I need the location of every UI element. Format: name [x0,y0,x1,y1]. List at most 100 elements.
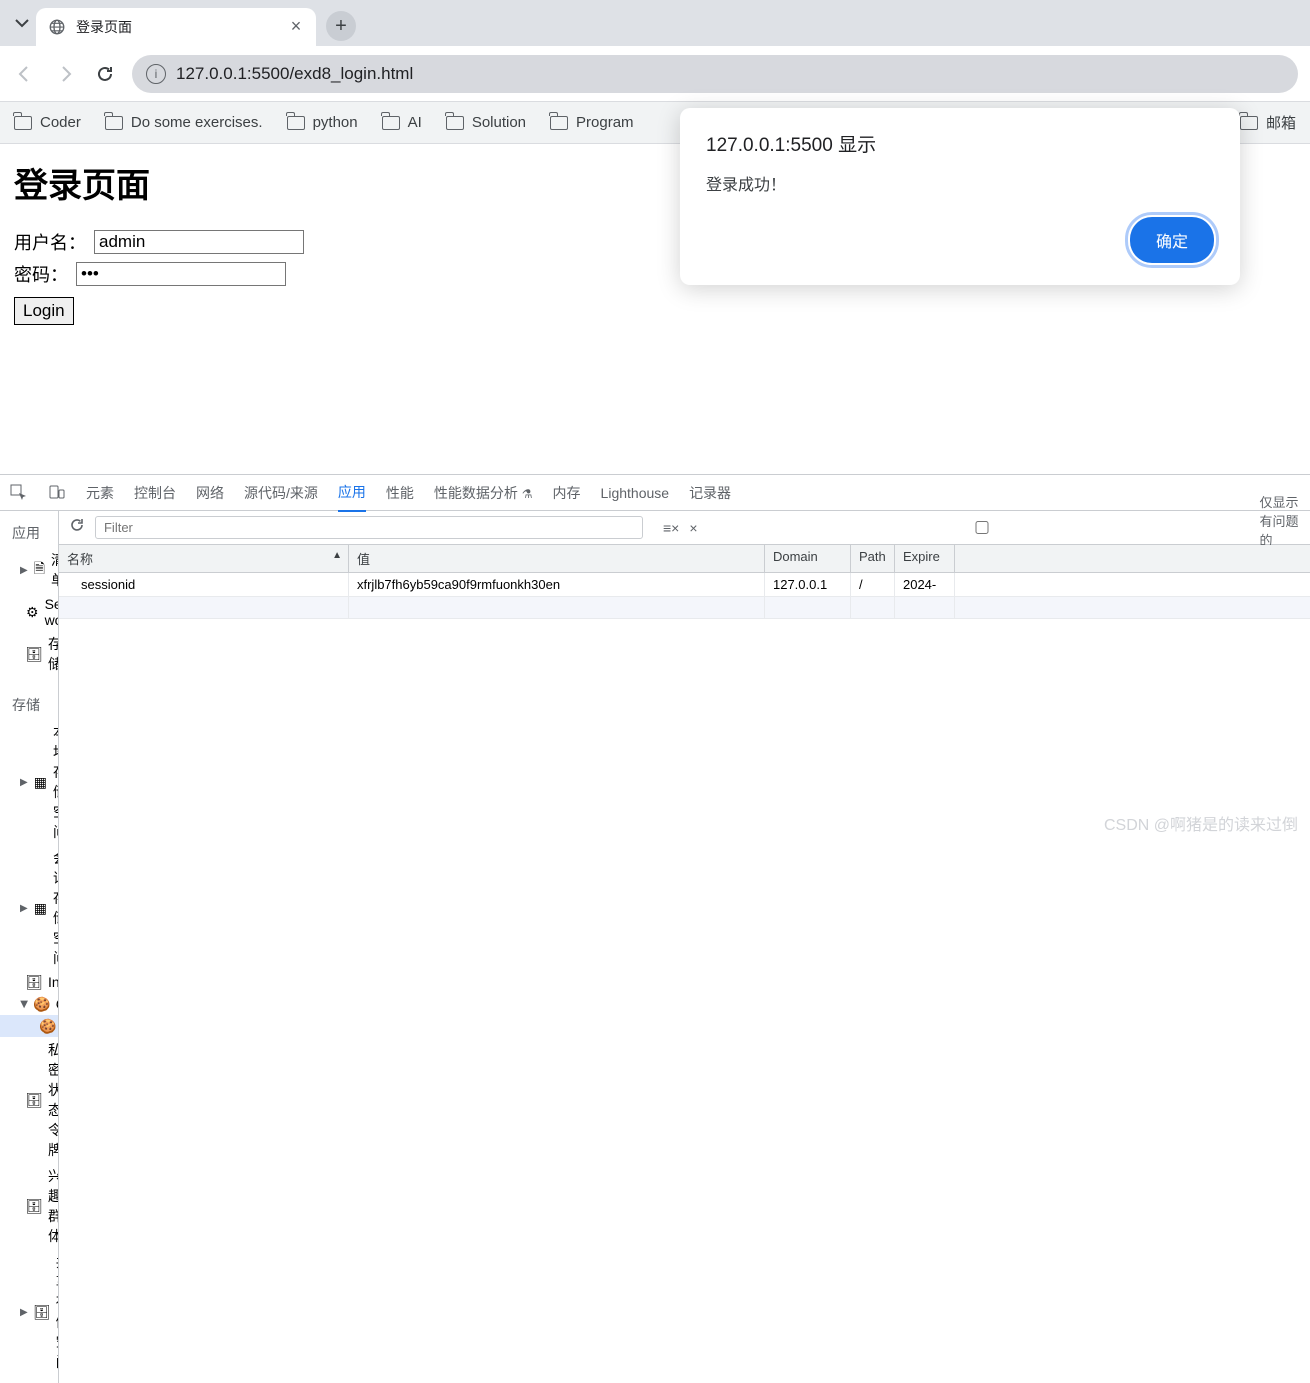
devtools-filter-bar: ≡× × 仅显示有问题的 Cookie [59,511,1310,545]
devtools-sidebar: 应用 ▶🗎清单 ⚙Service workers 🗄存储 存储 ▶▦本地存储空间… [0,511,59,1383]
database-icon: 🗄 [26,1092,42,1108]
url-text: 127.0.0.1:5500/exd8_login.html [176,64,413,84]
refresh-icon [69,517,85,533]
devtools-tab-perf-insights[interactable]: 性能数据分析 ⚗ [434,475,533,511]
col-expires[interactable]: Expire [895,545,955,572]
login-button[interactable]: Login [14,297,74,325]
bookmark-item[interactable]: AI [382,114,422,131]
col-domain[interactable]: Domain [765,545,851,572]
folder-icon [382,116,400,130]
sidebar-item-private-tokens[interactable]: 🗄私密状态令牌 [0,1037,58,1163]
devtools-tab-elements[interactable]: 元素 [86,475,114,511]
site-info-icon[interactable]: i [146,64,166,84]
checkbox-input[interactable] [708,521,1256,534]
devtools-tab-sources[interactable]: 源代码/来源 [244,475,318,511]
sidebar-item-service-workers[interactable]: ⚙Service workers [0,593,58,631]
tab-title: 登录页面 [76,17,278,37]
alert-dialog: 127.0.0.1:5500 显示 登录成功！ 确定 [680,108,1240,285]
username-label: 用户名： [14,229,86,255]
globe-icon [48,18,66,36]
refresh-button[interactable] [69,517,85,538]
toolbar: i 127.0.0.1:5500/exd8_login.html [0,46,1310,102]
sort-asc-icon: ▲ [332,550,342,561]
devtools-panel: 元素 控制台 网络 源代码/来源 应用 性能 性能数据分析 ⚗ 内存 Light… [0,474,1310,843]
folder-icon [550,116,568,130]
devtools-tab-application[interactable]: 应用 [338,474,366,512]
devtools-tab-console[interactable]: 控制台 [134,475,176,511]
cell-path: / [851,573,895,596]
forward-button[interactable] [52,61,78,87]
sidebar-item-cookie-origin[interactable]: 🍪http://127.0.0.1:5500 [0,1015,58,1037]
sidebar-item-manifest[interactable]: ▶🗎清单 [0,547,58,593]
sidebar-item-storage[interactable]: 🗄存储 [0,631,58,677]
col-name[interactable]: 名称▲ [59,545,349,572]
bookmark-item[interactable]: python [287,114,358,131]
tab-strip: 登录页面 × + [0,0,1310,46]
dialog-ok-button[interactable]: 确定 [1130,217,1214,263]
new-tab-button[interactable]: + [326,11,356,41]
back-button[interactable] [12,61,38,87]
sidebar-item-shared-storage[interactable]: ▶🗄共享存储空间 [0,1249,58,1375]
close-icon[interactable]: × [689,520,697,536]
storage-icon: ▦ [34,900,47,916]
devtools-main: ≡× × 仅显示有问题的 Cookie 名称▲ 值 Domain Path Ex… [59,511,1310,1383]
cell-value: xfrjlb7fh6yb59ca90f9rmfuonkh30en [349,573,765,596]
cookie-icon: 🍪 [34,996,50,1012]
devtools-tab-performance[interactable]: 性能 [386,475,414,511]
triangle-icon: ▶ [20,777,28,788]
devtools-tab-lighthouse[interactable]: Lighthouse [601,477,670,509]
password-input[interactable] [76,262,286,286]
tab-close-button[interactable]: × [288,19,304,35]
table-header: 名称▲ 值 Domain Path Expire [59,545,1310,573]
bookmark-item[interactable]: Coder [14,114,81,131]
sidebar-section-storage: 存储 [0,691,58,719]
browser-tab[interactable]: 登录页面 × [36,8,316,46]
bookmark-item[interactable]: Program [550,114,634,131]
flask-icon: ⚗ [522,487,533,501]
database-icon: 🗄 [26,646,42,662]
username-input[interactable] [94,230,304,254]
database-icon: 🗄 [26,1198,42,1214]
triangle-icon: ▶ [20,1307,28,1318]
triangle-down-icon: ▶ [18,1000,29,1008]
clear-filter-icon[interactable]: ≡× [663,520,679,536]
table-row[interactable]: sessionid xfrjlb7fh6yb59ca90f9rmfuonkh30… [59,573,1310,597]
sidebar-item-interest-groups[interactable]: 🗄兴趣群体 [0,1163,58,1249]
bookmark-item[interactable]: Do some exercises. [105,114,263,131]
folder-icon [446,116,464,130]
arrow-left-icon [15,64,35,84]
storage-icon: ▦ [34,774,47,790]
col-path[interactable]: Path [851,545,895,572]
bookmark-item[interactable]: 邮箱 [1240,112,1296,133]
dialog-message: 登录成功！ [706,171,1214,195]
filter-input[interactable] [95,516,643,539]
reload-button[interactable] [92,61,118,87]
password-label: 密码： [14,261,68,287]
document-icon: 🗎 [34,562,45,578]
table-body: sessionid xfrjlb7fh6yb59ca90f9rmfuonkh30… [59,573,1310,619]
table-row [59,597,1310,619]
sidebar-item-session-storage[interactable]: ▶▦会话存储空间 [0,845,58,971]
devtools-tab-network[interactable]: 网络 [196,475,224,511]
sidebar-item-indexeddb[interactable]: 🗄IndexedDB [0,971,58,993]
reload-icon [95,64,115,84]
col-value[interactable]: 值 [349,545,765,572]
database-icon: 🗄 [34,1304,50,1320]
arrow-right-icon [55,64,75,84]
cell-domain: 127.0.0.1 [765,573,851,596]
cookie-icon: 🍪 [40,1018,56,1034]
inspect-icon[interactable] [10,484,28,502]
sidebar-item-cookie[interactable]: ▶🍪Cookie [0,993,58,1015]
triangle-icon: ▶ [20,565,28,576]
database-icon: 🗄 [26,974,42,990]
address-bar[interactable]: i 127.0.0.1:5500/exd8_login.html [132,55,1298,93]
chevron-down-icon [15,16,29,30]
bookmark-item[interactable]: Solution [446,114,526,131]
tab-search-dropdown[interactable] [8,9,36,37]
devtools-tab-memory[interactable]: 内存 [553,475,581,511]
device-icon[interactable] [48,484,66,502]
folder-icon [1240,116,1258,130]
cell-name: sessionid [59,573,349,596]
sidebar-item-local-storage[interactable]: ▶▦本地存储空间 [0,719,58,845]
triangle-icon: ▶ [20,903,28,914]
